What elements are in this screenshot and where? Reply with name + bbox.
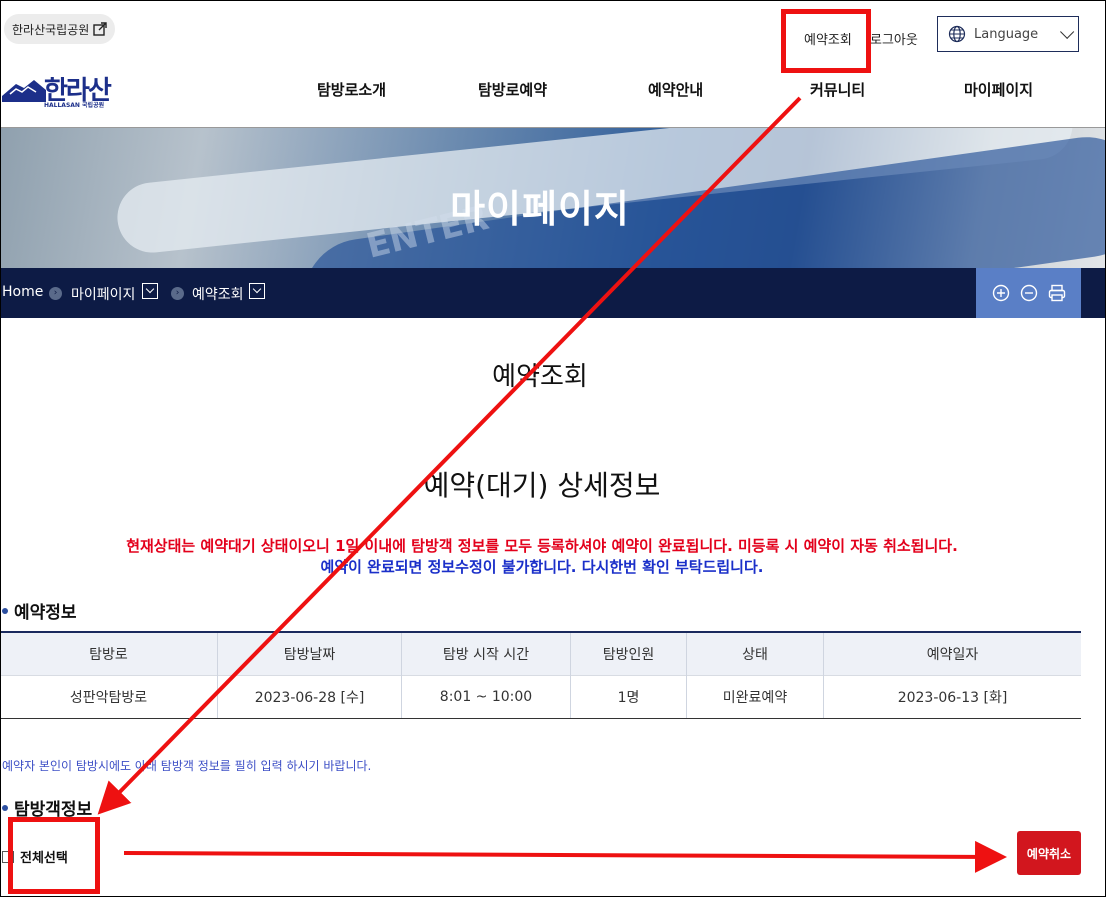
logo-subtext: HALLASAN 국립공원 bbox=[44, 102, 105, 109]
breadcrumb-dropdown-icon[interactable] bbox=[142, 283, 158, 299]
table-header-row: 탐방로 탐방날짜 탐방 시작 시간 탐방인원 상태 예약일자 bbox=[0, 631, 1081, 676]
breadcrumb-mypage[interactable]: 마이페이지 bbox=[71, 284, 135, 304]
logout-link[interactable]: 로그아웃 bbox=[870, 29, 918, 48]
notice-no-edit: 예약이 완료되면 정보수정이 불가합니다. 다시한번 확인 부탁드립니다. bbox=[320, 558, 764, 576]
table-cell: 1명 bbox=[570, 675, 687, 719]
breadcrumb-reserve-check[interactable]: 예약조회 bbox=[192, 284, 244, 304]
table-header: 탐방인원 bbox=[570, 631, 687, 676]
annotation-arrow bbox=[123, 840, 1007, 873]
breadcrumb-bar bbox=[0, 268, 1106, 318]
bullet-icon bbox=[2, 804, 8, 811]
table-header: 탐방날짜 bbox=[217, 631, 402, 676]
chevron-right-icon: › bbox=[49, 287, 62, 300]
zoom-out-icon[interactable] bbox=[1020, 284, 1038, 302]
park-link-label: 한라산국립공원 bbox=[12, 22, 90, 37]
cancel-reservation-button[interactable]: 예약취소 bbox=[1017, 831, 1081, 875]
gnb-trail-reservation[interactable]: 탐방로예약 bbox=[478, 79, 547, 100]
table-cell: 미완료예약 bbox=[686, 675, 824, 719]
table-header: 예약일자 bbox=[823, 631, 1081, 676]
annotation-highlight-select-all bbox=[8, 817, 100, 894]
gnb-mypage[interactable]: 마이페이지 bbox=[964, 79, 1033, 100]
table-header: 상태 bbox=[686, 631, 824, 676]
hallasan-park-link[interactable]: 한라산국립공원 bbox=[4, 14, 116, 44]
gnb-trail-intro[interactable]: 탐방로소개 bbox=[317, 79, 386, 100]
chevron-right-icon: › bbox=[171, 287, 184, 300]
table-cell: 8:01 ~ 10:00 bbox=[401, 675, 571, 719]
reservation-section-label: 예약정보 bbox=[14, 603, 77, 623]
annotation-highlight-reserve-check bbox=[781, 9, 871, 73]
external-link-icon bbox=[93, 22, 107, 36]
banner-title: 마이페이지 bbox=[450, 187, 630, 231]
language-select[interactable]: Language bbox=[937, 16, 1079, 52]
table-row: 성판악탐방로 2023-06-28 [수] 8:01 ~ 10:00 1명 미완… bbox=[0, 675, 1081, 719]
language-label: Language bbox=[974, 26, 1039, 42]
gnb-reservation-guide[interactable]: 예약안내 bbox=[648, 79, 703, 100]
page-tools bbox=[976, 268, 1081, 318]
reservation-section-title: 예약정보 bbox=[2, 598, 77, 623]
page-title: 예약조회 bbox=[492, 362, 588, 392]
reservation-table: 탐방로 탐방날짜 탐방 시작 시간 탐방인원 상태 예약일자 성판악탐방로 20… bbox=[0, 631, 1081, 719]
breadcrumb-dropdown-icon[interactable] bbox=[249, 283, 265, 299]
table-cell: 2023-06-13 [화] bbox=[823, 675, 1081, 719]
table-cell: 2023-06-28 [수] bbox=[217, 675, 402, 719]
table-cell: 성판악탐방로 bbox=[0, 675, 218, 719]
detail-title: 예약(대기) 상세정보 bbox=[423, 469, 661, 502]
table-header: 탐방로 bbox=[0, 631, 218, 676]
notice-pending: 현재상태는 예약대기 상태이오니 1일 이내에 탐방객 정보를 모두 등록하셔야… bbox=[126, 537, 958, 555]
zoom-in-icon[interactable] bbox=[992, 284, 1010, 302]
bullet-icon bbox=[2, 607, 8, 614]
visitor-guide-text: 예약자 본인이 탐방시에도 아래 탐방객 정보를 필히 입력 하시기 바랍니다. bbox=[2, 759, 372, 773]
gnb-community[interactable]: 커뮤니티 bbox=[810, 79, 865, 100]
table-header: 탐방 시작 시간 bbox=[401, 631, 571, 676]
breadcrumb-home[interactable]: Home bbox=[2, 284, 43, 300]
chevron-down-icon bbox=[1060, 24, 1075, 39]
globe-icon bbox=[948, 25, 966, 43]
print-icon[interactable] bbox=[1048, 284, 1066, 302]
